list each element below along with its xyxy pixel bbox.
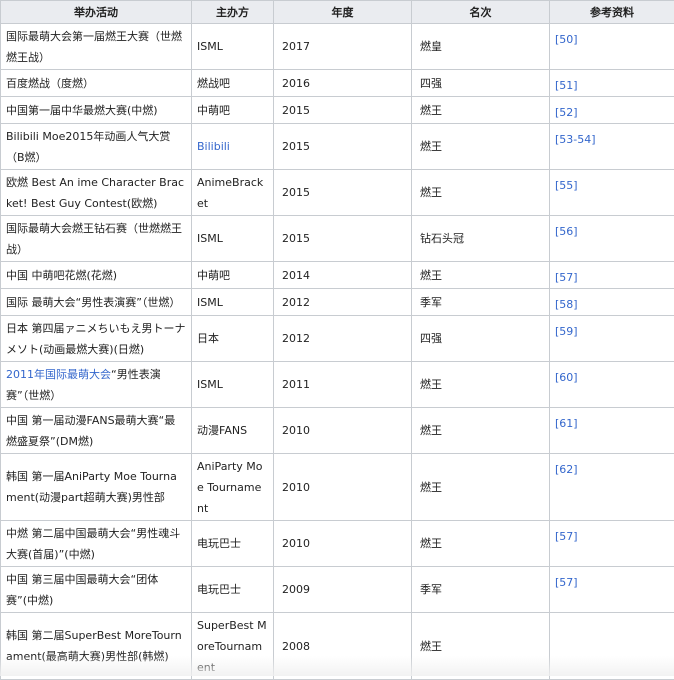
organizer-cell: ISML — [192, 289, 274, 316]
header-references[interactable]: 参考资料 — [550, 1, 674, 24]
rank-cell: 燃王 — [412, 454, 550, 521]
event-link[interactable]: 2011年国际最萌大会 — [6, 368, 111, 381]
header-year[interactable]: 年度 — [274, 1, 412, 24]
table-row: 韩国 第一届AniParty Moe Tournament(动漫part超萌大赛… — [1, 454, 674, 521]
header-event[interactable]: 举办活动 — [1, 1, 192, 24]
event-cell: 中燃 第二届中国最萌大会“男性魂斗大赛(首届)”(中燃) — [1, 521, 192, 567]
rank-cell: 燃王 — [412, 521, 550, 567]
rank-cell: 四强 — [412, 70, 550, 97]
year-cell: 2012 — [274, 316, 412, 362]
header-rank[interactable]: 名次 — [412, 1, 550, 24]
rank-cell: 燃皇 — [412, 24, 550, 70]
year-cell: 2008 — [274, 613, 412, 680]
event-cell: 中国 第三届中国最萌大会“团体赛”(中燃) — [1, 567, 192, 613]
organizer-link[interactable]: Bilibili — [192, 124, 274, 170]
rank-cell: 燃王 — [412, 408, 550, 454]
header-organizer[interactable]: 主办方 — [192, 1, 274, 24]
year-cell: 2009 — [274, 567, 412, 613]
organizer-cell: 电玩巴士 — [192, 521, 274, 567]
year-cell: 2016 — [274, 70, 412, 97]
organizer-cell: ISML — [192, 216, 274, 262]
table-row: 百度燃战（度燃） 燃战吧 2016 四强 [51] — [1, 70, 674, 97]
organizer-cell: 中萌吧 — [192, 262, 274, 289]
event-cell: 百度燃战（度燃） — [1, 70, 192, 97]
year-cell: 2015 — [274, 124, 412, 170]
organizer-cell: 燃战吧 — [192, 70, 274, 97]
year-cell: 2014 — [274, 262, 412, 289]
table-row: 中燃 第二届中国最萌大会“男性魂斗大赛(首届)”(中燃) 电玩巴士 2010 燃… — [1, 521, 674, 567]
organizer-cell: ISML — [192, 362, 274, 408]
table-row: 国际最萌大会燃王钻石赛（世燃燃王战） ISML 2015 钻石头冠 [56] — [1, 216, 674, 262]
table-row: 欧燃 Best An ime Character Bracket! Best G… — [1, 170, 674, 216]
year-cell: 2010 — [274, 454, 412, 521]
rank-cell: 燃王 — [412, 262, 550, 289]
year-cell: 2010 — [274, 521, 412, 567]
reference-link[interactable]: [55] — [550, 170, 674, 216]
rank-cell: 四强 — [412, 316, 550, 362]
reference-link[interactable]: [61] — [550, 408, 674, 454]
year-cell: 2017 — [274, 24, 412, 70]
table-row: 韩国 第二届SuperBest MoreTournament(最高萌大赛)男性部… — [1, 613, 674, 680]
year-cell: 2011 — [274, 362, 412, 408]
rank-cell: 钻石头冠 — [412, 216, 550, 262]
table-row: 中国 中萌吧花燃(花燃) 中萌吧 2014 燃王 [57] — [1, 262, 674, 289]
table-row: 国际最萌大会第一届燃王大赛（世燃燃王战） ISML 2017 燃皇 [50] — [1, 24, 674, 70]
reference-link[interactable]: [53-54] — [550, 124, 674, 170]
reference-link[interactable]: [56] — [550, 216, 674, 262]
year-cell: 2015 — [274, 97, 412, 124]
rank-cell: 燃王 — [412, 170, 550, 216]
organizer-cell: 日本 — [192, 316, 274, 362]
rank-cell: 季军 — [412, 567, 550, 613]
event-cell: 国际最萌大会第一届燃王大赛（世燃燃王战） — [1, 24, 192, 70]
table-row: 国际 最萌大会“男性表演赛”（世燃） ISML 2012 季军 [58] — [1, 289, 674, 316]
year-cell: 2015 — [274, 216, 412, 262]
event-cell: 日本 第四届ァニメちいもえ男トーナメソト(动画最燃大赛)(日燃) — [1, 316, 192, 362]
rank-cell: 燃王 — [412, 613, 550, 680]
ranking-table: 举办活动 主办方 年度 名次 参考资料 国际最萌大会第一届燃王大赛（世燃燃王战）… — [0, 0, 674, 680]
event-cell: 中国 第一届动漫FANS最萌大赛“最燃盛夏祭”(DM燃) — [1, 408, 192, 454]
reference-link[interactable]: [62] — [550, 454, 674, 521]
event-cell: 欧燃 Best An ime Character Bracket! Best G… — [1, 170, 192, 216]
organizer-cell: 动漫FANS — [192, 408, 274, 454]
reference-link[interactable]: [60] — [550, 362, 674, 408]
rank-cell: 季军 — [412, 289, 550, 316]
rank-cell: 燃王 — [412, 362, 550, 408]
event-cell: 国际最萌大会燃王钻石赛（世燃燃王战） — [1, 216, 192, 262]
table-row: Bilibili Moe2015年动画人气大赏（B燃） Bilibili 201… — [1, 124, 674, 170]
reference-link[interactable]: [57] — [550, 521, 674, 567]
organizer-cell: 中萌吧 — [192, 97, 274, 124]
organizer-cell: SuperBest MoreTournament — [192, 613, 274, 680]
event-cell: 韩国 第一届AniParty Moe Tournament(动漫part超萌大赛… — [1, 454, 192, 521]
reference-link[interactable]: [57] — [550, 262, 674, 289]
year-cell: 2012 — [274, 289, 412, 316]
table-row: 中国第一届中华最燃大赛(中燃) 中萌吧 2015 燃王 [52] — [1, 97, 674, 124]
rank-cell: 燃王 — [412, 124, 550, 170]
reference-link[interactable] — [550, 613, 674, 680]
reference-link[interactable]: [50] — [550, 24, 674, 70]
rank-cell: 燃王 — [412, 97, 550, 124]
table-row: 中国 第三届中国最萌大会“团体赛”(中燃) 电玩巴士 2009 季军 [57] — [1, 567, 674, 613]
table-header-row: 举办活动 主办方 年度 名次 参考资料 — [1, 1, 674, 24]
reference-link[interactable]: [51] — [550, 70, 674, 97]
reference-link[interactable]: [52] — [550, 97, 674, 124]
event-cell: 国际 最萌大会“男性表演赛”（世燃） — [1, 289, 192, 316]
organizer-cell: AniParty Moe Tournament — [192, 454, 274, 521]
table-row: 中国 第一届动漫FANS最萌大赛“最燃盛夏祭”(DM燃) 动漫FANS 2010… — [1, 408, 674, 454]
event-cell: 中国第一届中华最燃大赛(中燃) — [1, 97, 192, 124]
table-row: 日本 第四届ァニメちいもえ男トーナメソト(动画最燃大赛)(日燃) 日本 2012… — [1, 316, 674, 362]
organizer-cell: AnimeBracket — [192, 170, 274, 216]
organizer-cell: ISML — [192, 24, 274, 70]
event-cell: 韩国 第二届SuperBest MoreTournament(最高萌大赛)男性部… — [1, 613, 192, 680]
event-cell: Bilibili Moe2015年动画人气大赏（B燃） — [1, 124, 192, 170]
event-cell: 中国 中萌吧花燃(花燃) — [1, 262, 192, 289]
reference-link[interactable]: [58] — [550, 289, 674, 316]
table-row: 2011年国际最萌大会“男性表演赛”（世燃） ISML 2011 燃王 [60] — [1, 362, 674, 408]
reference-link[interactable]: [57] — [550, 567, 674, 613]
reference-link[interactable]: [59] — [550, 316, 674, 362]
year-cell: 2010 — [274, 408, 412, 454]
year-cell: 2015 — [274, 170, 412, 216]
event-cell: 2011年国际最萌大会“男性表演赛”（世燃） — [1, 362, 192, 408]
organizer-cell: 电玩巴士 — [192, 567, 274, 613]
